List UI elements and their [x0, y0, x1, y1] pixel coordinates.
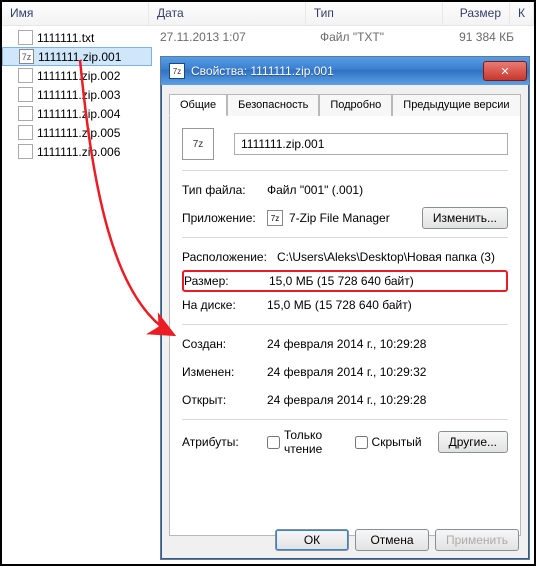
file-name: 1111111.zip.006: [37, 145, 120, 159]
readonly-checkbox[interactable]: Только чтение: [267, 428, 339, 456]
modified-label: Изменен:: [182, 365, 267, 379]
ok-button[interactable]: ОК: [275, 529, 349, 551]
tab-panel-general: 7z Тип файла: Файл "001" (.001) Приложен…: [169, 116, 521, 536]
col-name[interactable]: Имя: [2, 2, 149, 25]
col-type[interactable]: Тип: [306, 2, 443, 25]
col-k[interactable]: К: [510, 2, 534, 25]
tab-общие[interactable]: Общие: [169, 94, 227, 116]
tab-подробно[interactable]: Подробно: [319, 94, 392, 116]
app-label: Приложение:: [182, 211, 267, 225]
created-label: Создан:: [182, 337, 267, 351]
app-icon: 7z: [267, 210, 283, 226]
attr-label: Атрибуты:: [182, 435, 267, 449]
file-row[interactable]: 7z 1111111.zip.001: [2, 47, 152, 66]
close-button[interactable]: ✕: [483, 61, 527, 81]
file-row[interactable]: 1111111.zip.005: [2, 123, 152, 142]
disk-value: 15,0 МБ (15 728 640 байт): [267, 298, 508, 312]
readonly-label: Только чтение: [284, 428, 339, 456]
file-icon: [18, 144, 33, 159]
modified-value: 24 февраля 2014 г., 10:29:32: [267, 365, 508, 379]
file-row[interactable]: 1111111.txt: [2, 28, 152, 47]
col-size[interactable]: Размер: [443, 2, 510, 25]
other-button[interactable]: Другие...: [438, 431, 508, 453]
file-row[interactable]: 1111111.zip.004: [2, 104, 152, 123]
size-value: 15,0 МБ (15 728 640 байт): [269, 274, 506, 288]
file-icon: [18, 125, 33, 140]
location-label: Расположение:: [182, 250, 277, 264]
apply-button[interactable]: Применить: [435, 529, 519, 551]
archive-icon: 7z: [19, 49, 34, 64]
tab-безопасность[interactable]: Безопасность: [227, 94, 319, 116]
opened-value: 24 февраля 2014 г., 10:29:28: [267, 393, 508, 407]
row0-date: 27.11.2013 1:07: [152, 30, 312, 44]
col-date[interactable]: Дата: [149, 2, 306, 25]
location-value: C:\Users\Aleks\Desktop\Новая папка (3): [277, 250, 508, 264]
cancel-button[interactable]: Отмена: [355, 529, 429, 551]
dialog-buttons: ОК Отмена Применить: [275, 529, 519, 551]
first-row-values: 27.11.2013 1:07 Файл "TXT" 91 384 КБ: [152, 30, 520, 44]
titlebar[interactable]: 7z Свойства: 1111111.zip.001 ✕: [161, 57, 529, 85]
file-name: 1111111.zip.002: [37, 69, 120, 83]
file-row[interactable]: 1111111.zip.002: [2, 66, 152, 85]
filetype-label: Тип файла:: [182, 183, 267, 197]
hidden-label: Скрытый: [372, 435, 422, 449]
row0-size: 91 384 КБ: [452, 30, 520, 44]
file-big-icon: 7z: [182, 128, 214, 160]
filename-input[interactable]: [234, 133, 508, 155]
app-value: 7-Zip File Manager: [289, 211, 390, 225]
change-button[interactable]: Изменить...: [422, 207, 508, 229]
file-row[interactable]: 1111111.zip.003: [2, 85, 152, 104]
file-icon: [18, 87, 33, 102]
file-icon: [18, 106, 33, 121]
titlebar-icon: 7z: [169, 63, 185, 79]
titlebar-title: Свойства: 1111111.zip.001: [191, 64, 483, 78]
filetype-value: Файл "001" (.001): [267, 183, 508, 197]
file-row[interactable]: 1111111.zip.006: [2, 142, 152, 161]
file-name: 1111111.zip.005: [37, 126, 120, 140]
size-label: Размер:: [184, 274, 269, 288]
column-header: Имя Дата Тип Размер К: [2, 2, 534, 26]
tab-bar: ОбщиеБезопасностьПодробноПредыдущие верс…: [169, 93, 521, 116]
file-name: 1111111.zip.003: [37, 88, 120, 102]
file-name: 1111111.zip.004: [37, 107, 120, 121]
tab-предыдущие версии[interactable]: Предыдущие версии: [392, 94, 520, 116]
row0-type: Файл "TXT": [312, 30, 452, 44]
disk-label: На диске:: [182, 298, 267, 312]
opened-label: Открыт:: [182, 393, 267, 407]
file-list: 1111111.txt7z 1111111.zip.001 1111111.zip.…: [2, 28, 152, 161]
text-file-icon: [18, 30, 33, 45]
file-name: 1111111.zip.001: [38, 50, 121, 64]
hidden-checkbox[interactable]: Скрытый: [355, 435, 422, 449]
file-name: 1111111.txt: [37, 31, 94, 45]
file-icon: [18, 68, 33, 83]
properties-dialog: 7z Свойства: 1111111.zip.001 ✕ ОбщиеБезо…: [160, 56, 530, 560]
created-value: 24 февраля 2014 г., 10:29:28: [267, 337, 508, 351]
